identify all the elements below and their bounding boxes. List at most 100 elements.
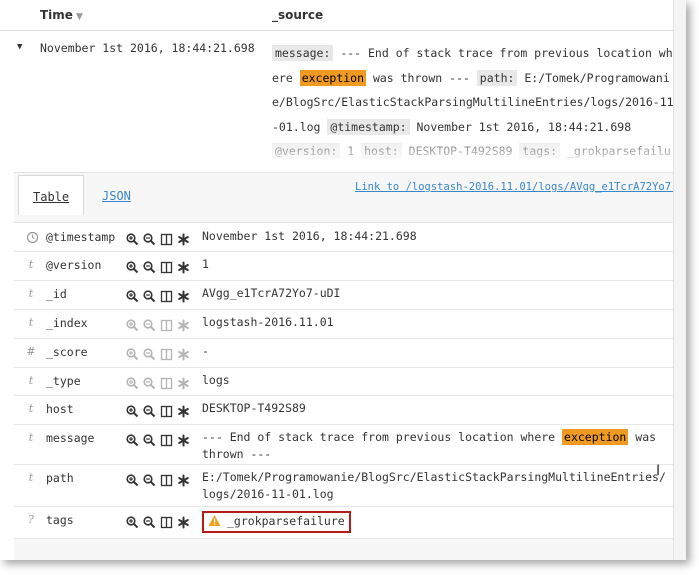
- toggle-column-icon: [159, 376, 175, 392]
- value-line: thrown ---: [202, 447, 272, 461]
- filter-for-value-icon[interactable]: [125, 515, 141, 531]
- field-actions: [125, 257, 193, 276]
- source-field-value: ere: [272, 70, 300, 85]
- value-text: --- End of stack trace from previous loc…: [202, 430, 563, 444]
- tab-json[interactable]: JSON: [102, 189, 131, 203]
- filter-out-value-icon[interactable]: [142, 232, 158, 248]
- tab-table[interactable]: Table: [18, 175, 84, 215]
- filter-out-value-icon: [142, 347, 158, 363]
- date-type-icon: [26, 231, 39, 247]
- filter-exists-icon[interactable]: [176, 232, 192, 248]
- filter-for-value-icon[interactable]: [125, 433, 141, 449]
- filter-for-value-icon[interactable]: [125, 260, 141, 276]
- toggle-column-icon[interactable]: [159, 433, 175, 449]
- sort-down-icon[interactable]: ▼: [76, 12, 83, 22]
- filter-exists-icon[interactable]: [176, 404, 192, 420]
- value-line: logs/2016-11-01.log: [202, 487, 334, 501]
- field-row-version: t @version 1: [14, 251, 686, 281]
- field-actions: [125, 512, 193, 531]
- toggle-column-icon[interactable]: [159, 232, 175, 248]
- document-link[interactable]: Link to /logstash-2016.11.01/logs/AVgg_e…: [355, 181, 686, 193]
- scrollbar[interactable]: [673, 0, 686, 560]
- field-row-type: t _type logs: [14, 367, 686, 396]
- unknown-type-icon: ?: [28, 513, 34, 526]
- filter-exists-icon[interactable]: [176, 289, 192, 305]
- field-value: E:/Tomek/Programowanie/BlogSrc/ElasticSt…: [202, 469, 666, 503]
- field-value: _grokparsefailure: [202, 511, 351, 533]
- search-highlight: exception: [299, 69, 367, 86]
- field-row-timestamp: @timestamp November 1st 2016, 18:44:21.6…: [14, 223, 686, 252]
- field-row-score: # _score -: [14, 338, 686, 368]
- source-field-value: e/BlogSrc/ElasticStackParsingMultilineEn…: [272, 95, 674, 109]
- row-timestamp: November 1st 2016, 18:44:21.698: [40, 41, 255, 55]
- warning-icon: [208, 514, 221, 531]
- filter-out-value-icon: [142, 376, 158, 392]
- field-actions: [125, 229, 193, 248]
- filter-exists-icon[interactable]: [176, 433, 192, 449]
- tag-value-box: _grokparsefailure: [202, 511, 351, 533]
- filter-exists-icon: [176, 318, 192, 334]
- field-name: _score: [46, 345, 88, 359]
- source-field-key: message:: [272, 45, 334, 61]
- discover-document-panel: Time ▼ _source ▼ November 1st 2016, 18:44…: [0, 0, 686, 560]
- field-value: DESKTOP-T492S89: [202, 400, 306, 417]
- field-value: -: [202, 343, 209, 360]
- filter-for-value-icon[interactable]: [125, 473, 141, 489]
- toggle-column-icon[interactable]: [159, 260, 175, 276]
- filter-exists-icon[interactable]: [176, 260, 192, 276]
- field-name: host: [46, 402, 74, 416]
- field-value: AVgg_e1TcrA72Yo7-uDI: [202, 285, 340, 302]
- string-type-icon: t: [28, 258, 34, 271]
- field-row-message: t message --- End of stack trace from pre…: [14, 424, 686, 465]
- source-field-value: --- End of stack trace from previous loc…: [333, 46, 673, 60]
- field-table: @timestamp November 1st 2016, 18:44:21.6…: [14, 222, 686, 539]
- value-line: DESKTOP-T492S89: [202, 401, 306, 415]
- source-fade-overlay: [272, 130, 686, 162]
- field-actions: [125, 470, 193, 489]
- toggle-column-icon[interactable]: [159, 289, 175, 305]
- filter-out-value-icon[interactable]: [142, 433, 158, 449]
- filter-for-value-icon[interactable]: [125, 232, 141, 248]
- field-name: message: [46, 431, 95, 445]
- filter-for-value-icon: [125, 376, 141, 392]
- field-row-id: t _id AVgg_e1TcrA72Yo7-uDI: [14, 280, 686, 310]
- field-value: logs: [202, 372, 230, 389]
- toggle-column-icon[interactable]: [159, 515, 175, 531]
- collapse-row-icon[interactable]: ▼: [17, 42, 22, 52]
- field-value: 1: [202, 256, 209, 273]
- field-actions: [125, 401, 193, 420]
- field-name: path: [46, 471, 74, 485]
- toggle-column-icon[interactable]: [159, 404, 175, 420]
- text-cursor-icon: I: [656, 463, 661, 479]
- field-name: tags: [46, 513, 74, 527]
- field-name: _id: [46, 287, 67, 301]
- source-column-header: _source: [272, 8, 324, 22]
- filter-for-value-icon[interactable]: [125, 404, 141, 420]
- time-column-header[interactable]: Time ▼: [40, 8, 83, 22]
- value-line: logstash-2016.11.01: [202, 315, 334, 329]
- field-actions: [125, 344, 193, 363]
- value-line: November 1st 2016, 18:44:21.698: [202, 229, 417, 243]
- toggle-column-icon[interactable]: [159, 473, 175, 489]
- source-line: e/BlogSrc/ElasticStackParsingMultilineEn…: [272, 90, 686, 115]
- filter-out-value-icon[interactable]: [142, 473, 158, 489]
- number-type-icon: #: [26, 345, 36, 358]
- filter-for-value-icon: [125, 347, 141, 363]
- source-line: ere exception was thrown --- path: E:/To…: [272, 66, 686, 91]
- field-row-path: t path E:/Tomek/Programowanie/BlogSrc/Ela…: [14, 464, 686, 507]
- filter-for-value-icon: [125, 318, 141, 334]
- field-row-host: t host DESKTOP-T492S89: [14, 395, 686, 425]
- filter-out-value-icon[interactable]: [142, 289, 158, 305]
- field-row-index: t _index logstash-2016.11.01: [14, 309, 686, 339]
- filter-out-value-icon[interactable]: [142, 260, 158, 276]
- string-type-icon: t: [28, 471, 34, 484]
- filter-exists-icon[interactable]: [176, 515, 192, 531]
- results-table-header: Time ▼ _source: [0, 0, 686, 31]
- filter-out-value-icon[interactable]: [142, 515, 158, 531]
- filter-exists-icon[interactable]: [176, 473, 192, 489]
- filter-out-value-icon[interactable]: [142, 404, 158, 420]
- filter-for-value-icon[interactable]: [125, 289, 141, 305]
- field-name: @timestamp: [46, 230, 116, 244]
- value-line: logs: [202, 373, 230, 387]
- field-actions: [125, 286, 193, 305]
